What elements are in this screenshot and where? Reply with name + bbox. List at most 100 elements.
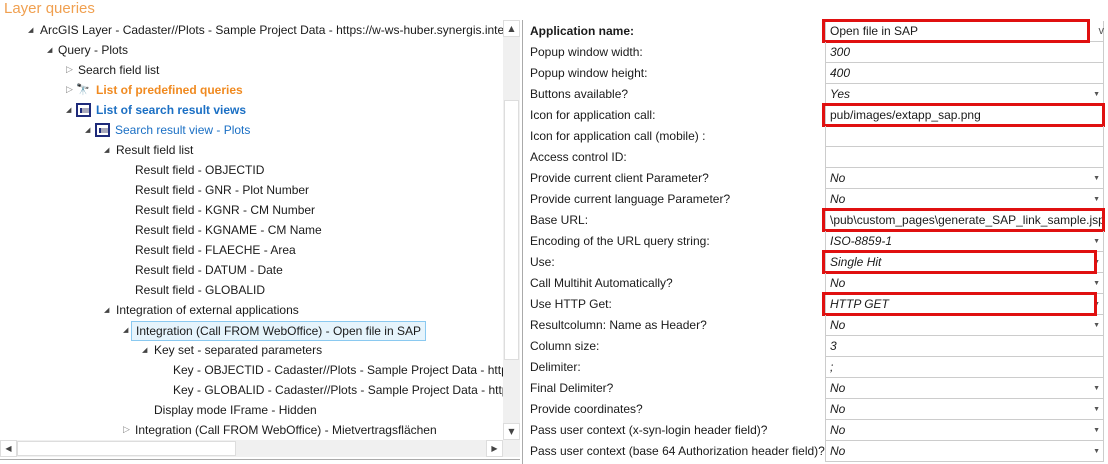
property-label: Provide coordinates? — [530, 402, 643, 416]
property-row: Icon for application call: pub/images/ext… — [524, 103, 1108, 127]
property-input[interactable]: pub/images/extapp_sap.png — [825, 105, 1104, 126]
dropdown-arrow-icon[interactable]: v — [1099, 21, 1105, 42]
scroll-down-button[interactable]: ▼ — [503, 423, 520, 440]
tree-node-label[interactable]: List of search result views — [96, 100, 246, 120]
property-label: Icon for application call: — [530, 108, 656, 122]
property-row: Pass user context (x-syn-login header fi… — [524, 420, 1108, 441]
property-select[interactable]: HTTP GET ▼ — [825, 294, 1104, 315]
hscroll-thumb[interactable] — [17, 441, 236, 456]
property-input[interactable]: 3 — [825, 336, 1104, 357]
tree-node-label[interactable]: ArcGIS Layer - Cadaster//Plots - Sample … — [40, 20, 503, 40]
property-select[interactable]: No ▼ — [825, 315, 1104, 336]
expanded-triangle-icon[interactable] — [28, 20, 38, 40]
collapsed-triangle-icon[interactable] — [66, 60, 76, 80]
property-select[interactable]: Yes ▼ — [825, 84, 1104, 105]
scroll-right-button[interactable]: ▶ — [486, 440, 503, 457]
property-row: Application name: Open file in SAP v — [524, 19, 1108, 43]
property-select[interactable]: Open file in SAP v — [825, 21, 1104, 42]
tree-node-label[interactable]: Integration (Call FROM WebOffice) - Open… — [131, 321, 426, 341]
expanded-triangle-icon[interactable] — [66, 100, 76, 120]
property-input[interactable]: ; — [825, 357, 1104, 378]
scroll-left-button[interactable]: ◀ — [0, 440, 17, 457]
tree-horizontal-scrollbar[interactable]: ◀ ▶ — [0, 440, 520, 457]
property-label: Application name: — [530, 24, 635, 38]
property-select[interactable]: Single Hit ▼ — [825, 252, 1104, 273]
property-label: Delimiter: — [530, 360, 581, 374]
tree-node-label[interactable]: Search result view - Plots — [115, 120, 250, 140]
property-input[interactable]: 300 — [825, 42, 1104, 63]
scroll-up-button[interactable]: ▲ — [503, 20, 520, 37]
dropdown-arrow-icon[interactable]: ▼ — [1093, 231, 1100, 252]
dropdown-arrow-icon[interactable]: ▼ — [1093, 378, 1100, 399]
dropdown-arrow-icon[interactable]: ▼ — [1093, 441, 1100, 462]
expanded-triangle-icon[interactable] — [104, 140, 114, 160]
property-select[interactable]: No ▼ — [825, 378, 1104, 399]
dropdown-arrow-icon[interactable]: ▼ — [1093, 252, 1100, 273]
tree-node-label[interactable]: Result field - KGNR - CM Number — [135, 200, 315, 220]
property-value: Open file in SAP — [830, 24, 919, 38]
property-row: Buttons available? Yes ▼ — [524, 84, 1108, 105]
tree-vertical-scrollbar[interactable]: ▲ ▼ — [503, 20, 520, 440]
property-select[interactable]: No ▼ — [825, 273, 1104, 294]
property-select[interactable]: ISO-8859-1 ▼ — [825, 231, 1104, 252]
property-value: No — [830, 423, 846, 437]
property-row: Pass user context (base 64 Authorization… — [524, 441, 1108, 462]
tree-node-label[interactable]: List of predefined queries — [96, 80, 243, 100]
tree-node-label[interactable]: Key - GLOBALID - Cadaster//Plots - Sampl… — [173, 380, 503, 400]
expanded-triangle-icon[interactable] — [85, 120, 95, 140]
property-value: 400 — [830, 66, 851, 80]
tree-node-label[interactable]: Query - Plots — [58, 40, 128, 60]
dropdown-arrow-icon[interactable]: ▼ — [1093, 294, 1100, 315]
tree-node-label[interactable]: Result field - OBJECTID — [135, 160, 264, 180]
panel-divider[interactable] — [522, 20, 523, 464]
property-input[interactable] — [825, 126, 1104, 147]
collapsed-triangle-icon[interactable] — [66, 80, 76, 100]
property-row: Encoding of the URL query string: ISO-885… — [524, 231, 1108, 252]
property-select[interactable]: No ▼ — [825, 168, 1104, 189]
property-select[interactable]: No ▼ — [825, 441, 1104, 462]
tree-node-label[interactable]: Result field - GLOBALID — [135, 280, 265, 300]
tree-node-label[interactable]: Key set - separated parameters — [154, 340, 322, 360]
expanded-triangle-icon[interactable] — [142, 340, 152, 360]
dropdown-arrow-icon[interactable]: ▼ — [1093, 168, 1100, 189]
property-label: Final Delimiter? — [530, 381, 614, 395]
property-row: Delimiter:; — [524, 357, 1108, 378]
tree-node-label[interactable]: Result field - DATUM - Date — [135, 260, 283, 280]
property-select[interactable]: No ▼ — [825, 420, 1104, 441]
property-input[interactable]: \pub\custom_pages\generate_SAP_link_samp… — [825, 210, 1105, 231]
property-label: Encoding of the URL query string: — [530, 234, 710, 248]
tree-node-label[interactable]: Result field - GNR - Plot Number — [135, 180, 309, 200]
property-label: Access control ID: — [530, 150, 627, 164]
tree-node-label[interactable]: Search field list — [78, 60, 159, 80]
property-select[interactable]: No ▼ — [825, 189, 1104, 210]
dropdown-arrow-icon[interactable]: ▼ — [1093, 420, 1100, 441]
property-label: Provide current client Parameter? — [530, 171, 709, 185]
property-row: Icon for application call (mobile) : — [524, 126, 1108, 147]
property-value: ISO-8859-1 — [830, 234, 893, 248]
property-label: Base URL: — [530, 213, 589, 227]
tree-node-label[interactable]: Key - OBJECTID - Cadaster//Plots - Sampl… — [173, 360, 503, 380]
collapsed-triangle-icon[interactable] — [123, 420, 133, 440]
property-input[interactable] — [825, 147, 1104, 168]
property-value: Single Hit — [830, 255, 882, 269]
property-row: Column size: 3 — [524, 336, 1108, 357]
property-select[interactable]: No ▼ — [825, 399, 1104, 420]
dropdown-arrow-icon[interactable]: ▼ — [1093, 399, 1100, 420]
tree-node-label[interactable]: Display mode IFrame - Hidden — [154, 400, 317, 420]
dropdown-arrow-icon[interactable]: ▼ — [1093, 189, 1100, 210]
tree-node-label[interactable]: Result field list — [116, 140, 193, 160]
tree-node-label[interactable]: Integration (Call FROM WebOffice) - Miet… — [135, 420, 437, 440]
expanded-triangle-icon[interactable] — [47, 40, 57, 60]
dropdown-arrow-icon[interactable]: ▼ — [1093, 273, 1100, 294]
table-icon — [95, 123, 110, 137]
scroll-thumb[interactable] — [504, 100, 519, 360]
tree-node-label[interactable]: Result field - FLAECHE - Area — [135, 240, 296, 260]
expanded-triangle-icon[interactable] — [104, 300, 114, 320]
dropdown-arrow-icon[interactable]: ▼ — [1093, 315, 1100, 336]
property-input[interactable]: 400 — [825, 63, 1104, 84]
tree-node-label[interactable]: Result field - KGNAME - CM Name — [135, 220, 322, 240]
dropdown-arrow-icon[interactable]: ▼ — [1093, 84, 1100, 105]
tree-node-label[interactable]: Integration of external applications — [116, 300, 299, 320]
property-value: No — [830, 381, 846, 395]
property-value: No — [830, 402, 846, 416]
